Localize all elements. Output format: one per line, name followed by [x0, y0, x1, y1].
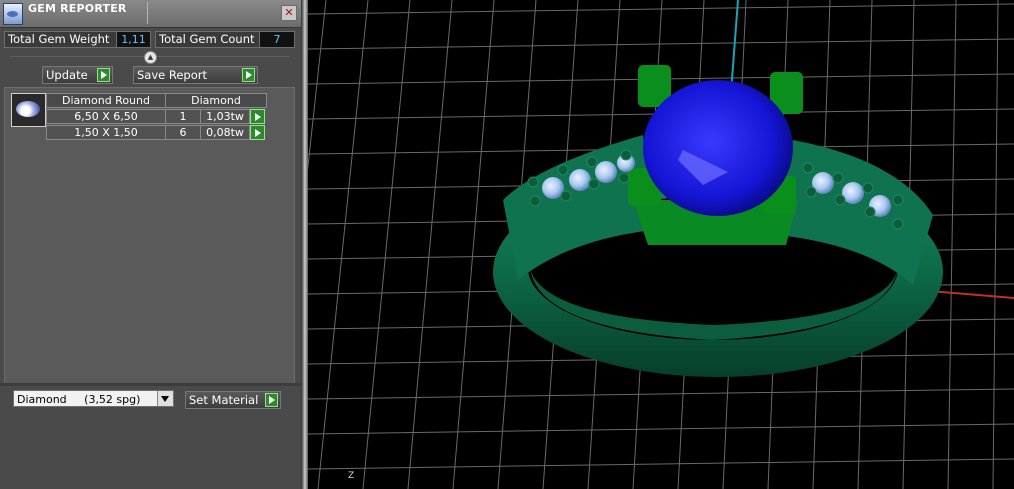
grid-line: [317, 0, 369, 489]
3d-viewport[interactable]: Z: [308, 0, 1014, 489]
column-header-material: Diamond: [165, 93, 267, 108]
diamond-round-thumbnail-icon: [11, 93, 46, 127]
gem-weight-cell: 1,03tw: [200, 109, 250, 124]
play-arrow-icon: [242, 68, 255, 82]
center-gemstone: [643, 80, 793, 216]
window-title: GEM REPORTER: [28, 2, 127, 15]
set-material-button-label: Set Material: [189, 393, 259, 407]
close-button[interactable]: ✕: [281, 5, 297, 21]
save-report-button-label: Save Report: [137, 68, 208, 82]
gem-reporter-panel: GEM REPORTER ✕ Total Gem Weight 1,11 Tot…: [0, 0, 301, 489]
save-report-button[interactable]: Save Report: [133, 66, 258, 84]
collapse-toggle-icon[interactable]: ▲: [144, 51, 157, 64]
axis-marker-label: Z: [348, 471, 354, 481]
grid-line: [308, 0, 327, 171]
grid-line: [308, 388, 1014, 400]
grid-line: [947, 0, 957, 489]
gem-weight-cell: 0,08tw: [200, 125, 250, 140]
bottom-divider: [0, 383, 301, 386]
gem-count-cell: 6: [165, 125, 201, 140]
material-dropdown[interactable]: Diamond (3,52 spg): [13, 390, 174, 407]
gem-count-cell: 1: [165, 109, 201, 124]
total-gem-count-value: 7: [259, 31, 295, 48]
grid-line: [362, 0, 411, 489]
gem-size-cell: 1,50 X 1,50: [46, 125, 166, 140]
row-select-arrow-icon[interactable]: [250, 125, 265, 140]
panel-splitter[interactable]: [301, 0, 308, 489]
set-material-button[interactable]: Set Material: [185, 391, 281, 409]
viewport-scene: Z: [308, 0, 1014, 489]
grid-line: [992, 0, 999, 489]
play-arrow-icon: [265, 393, 278, 407]
grid-line: [308, 38, 1014, 50]
grid-line: [308, 458, 1014, 470]
column-header-shape: Diamond Round: [46, 93, 166, 108]
update-button[interactable]: Update: [42, 66, 113, 84]
chevron-down-icon: [157, 391, 173, 406]
total-gem-weight-value: 1,11: [116, 31, 151, 48]
row-select-arrow-icon[interactable]: [250, 109, 265, 124]
grid-line: [452, 0, 495, 489]
gem-app-icon: [3, 3, 23, 25]
gem-size-cell: 6,50 X 6,50: [46, 109, 166, 124]
title-separator: [147, 2, 148, 24]
material-dropdown-value: Diamond (3,52 spg): [17, 393, 141, 406]
play-arrow-icon: [97, 68, 110, 82]
total-gem-count-label: Total Gem Count: [155, 31, 260, 48]
title-bar: GEM REPORTER ✕: [0, 0, 301, 28]
total-gem-weight-label: Total Gem Weight: [4, 31, 117, 48]
ring-model: [493, 65, 943, 377]
side-gem: [595, 161, 617, 183]
update-button-label: Update: [46, 68, 88, 82]
side-gem: [569, 169, 591, 191]
grid-line: [407, 0, 453, 489]
gem-report-list: Diamond Round Diamond 6,50 X 6,50 1 1,03…: [4, 87, 295, 385]
